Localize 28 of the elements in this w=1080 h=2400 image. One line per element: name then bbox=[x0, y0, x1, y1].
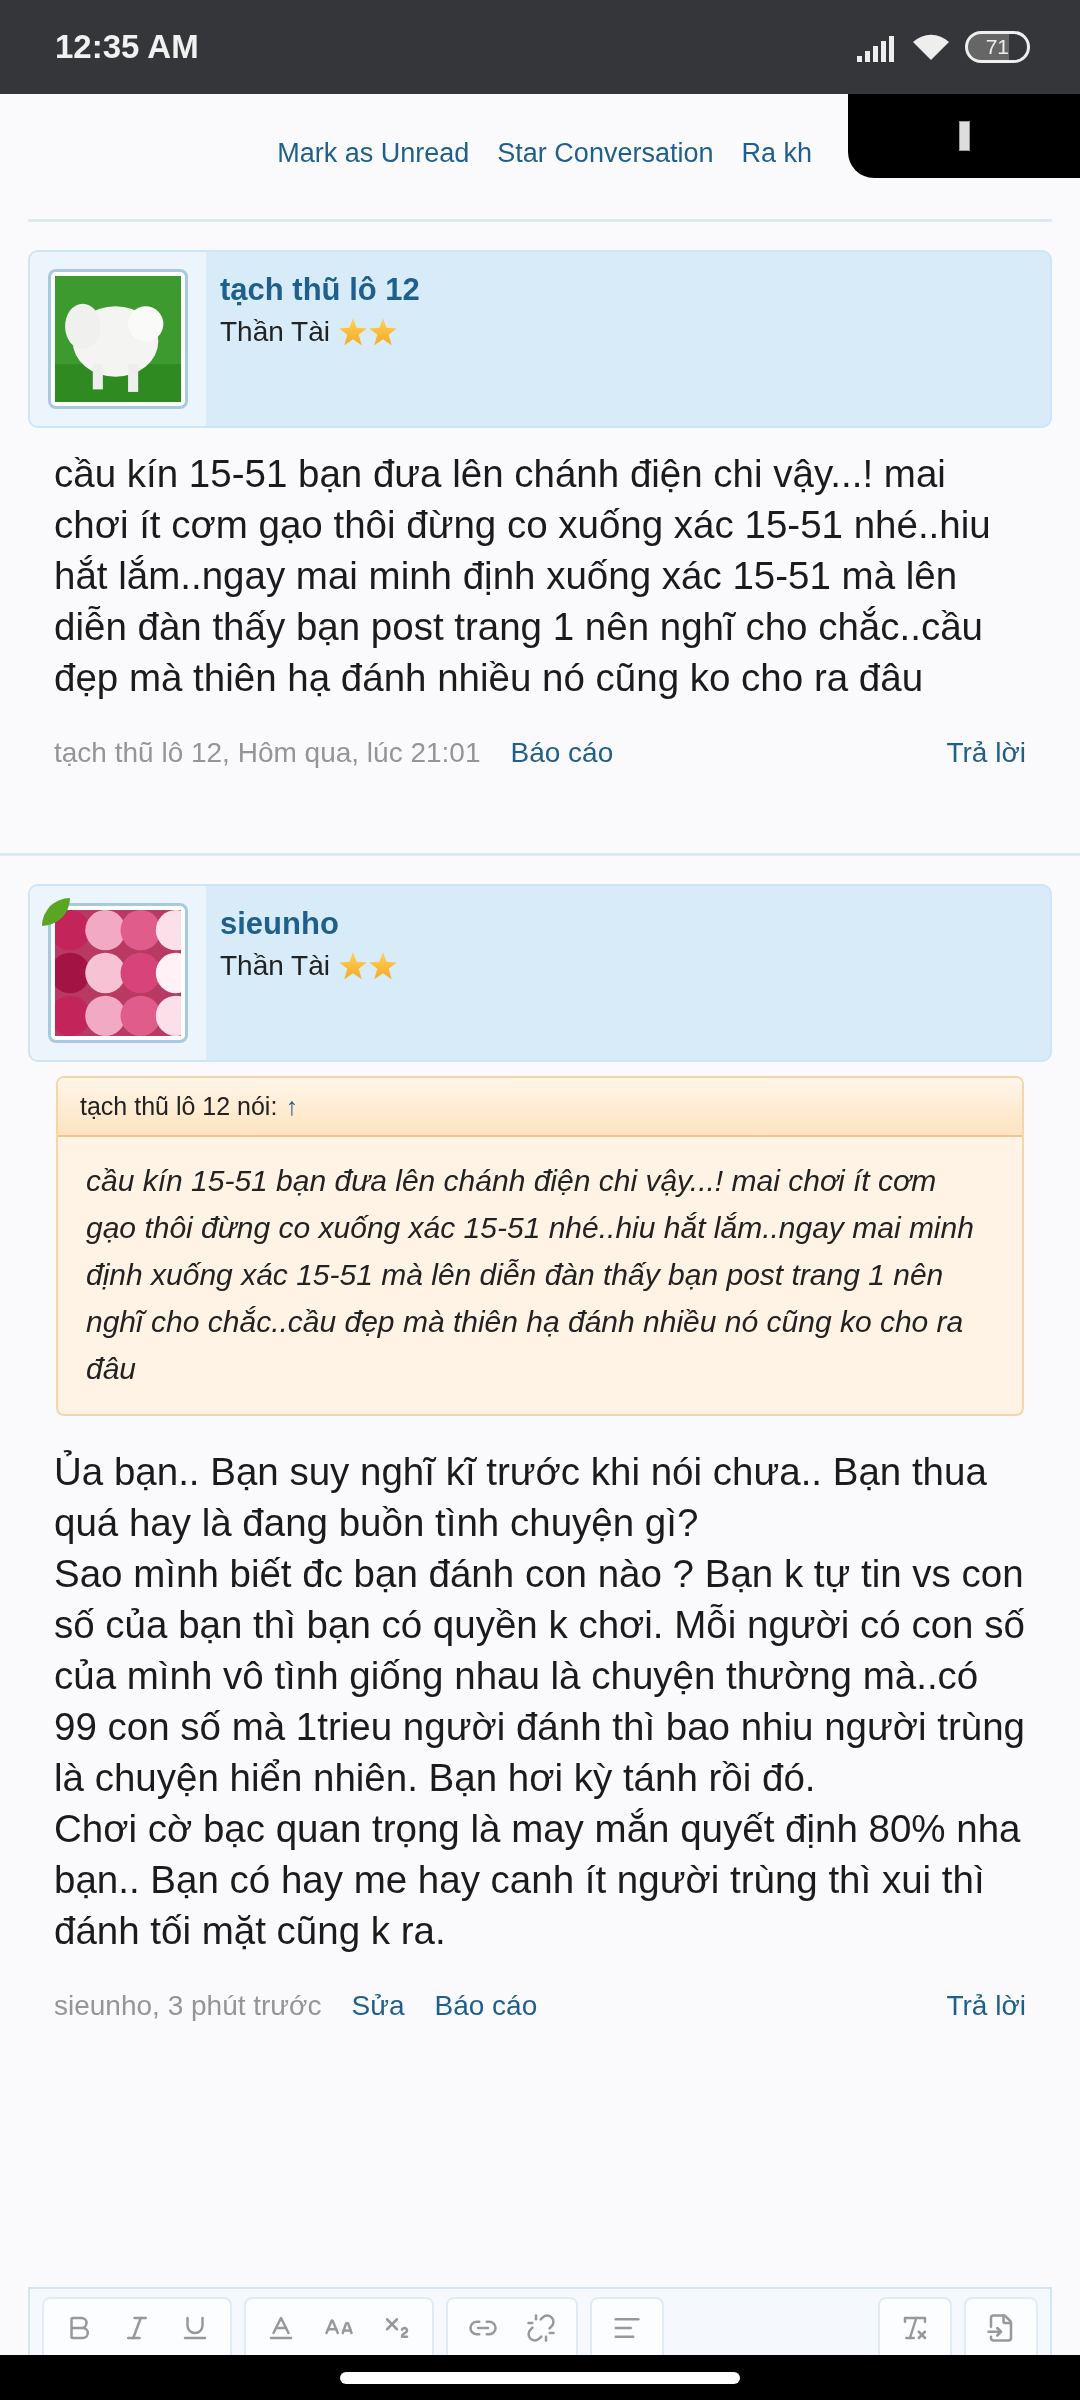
top-link[interactable]: Star Conversation bbox=[497, 138, 714, 219]
battery-icon: 71 bbox=[964, 31, 1030, 63]
post-action-link[interactable]: Báo cáo bbox=[510, 737, 614, 769]
quote-link[interactable]: ↑ bbox=[285, 1092, 298, 1121]
author-name[interactable]: tạch thũ lô 12 bbox=[220, 272, 420, 308]
home-indicator[interactable] bbox=[340, 2371, 740, 2384]
unlink-icon[interactable] bbox=[526, 2313, 556, 2343]
post-meta: tạch thũ lô 12, Hôm qua, lúc 21:01 bbox=[54, 737, 481, 769]
handle-icon[interactable] bbox=[958, 121, 970, 151]
top-link[interactable]: Ra kh bbox=[741, 138, 812, 219]
post-text: Sao mình biết đc bạn đánh con nào ? Bạn k tự tin vs con số của bạn thì bạn có quyền k chơi. Mỗi người có con số của mình vô tình giống nhau là chuyện thường mà..có 99 con số mà 1trieu người đánh thì bao nhiu người trùng là chuyện hiển nhiên. Bạn hơi kỳ tánh rồi đó. bbox=[54, 1551, 1026, 1801]
post-meta: sieunho, 3 phút trước bbox=[54, 1990, 322, 2022]
post-text: Ủa bạn.. Bạn suy nghĩ kĩ trước khi nói chưa.. Bạn thua quá hay là đang buồn tình chuyện gì? bbox=[54, 1449, 988, 1546]
post-text: Chơi cờ bạc quan trọng là may mắn quyết định 80% nha bạn.. Bạn có hay me hay canh ít người trùng thì xui thì đánh tối mặt cũng k ra. bbox=[54, 1806, 1022, 1954]
user-rank: Thần Tài bbox=[220, 950, 330, 982]
top-link[interactable]: Mark as Unread bbox=[277, 138, 470, 219]
post-action-link[interactable]: Sửa bbox=[351, 1990, 405, 2022]
reply-link[interactable]: Trả lời bbox=[946, 1990, 1026, 2022]
status-time: 12:35 AM bbox=[55, 28, 200, 66]
quote-author: tạch thũ lô 12 nói: bbox=[80, 1092, 278, 1121]
user-rank: Thần Tài bbox=[220, 316, 330, 348]
post-action-link[interactable]: Báo cáo bbox=[434, 1990, 538, 2022]
avatar[interactable] bbox=[48, 903, 188, 1043]
reply-link[interactable]: Trả lời bbox=[946, 737, 1026, 769]
quote-text: cầu kín 15-51 bạn đưa lên chánh điện chi vậy...! mai chơi ít cơm gạo thôi đừng co xuống xác 15-51 nhé..hiu hắt lắm..ngay mai minh định xuống xác 15-51 mà lên diễn đàn thấy bạn post trang 1 nên nghĩ cho chắc..cầu đẹp mà thiên hạ đánh nhiều nó cũng ko cho ra đâu bbox=[85, 1163, 975, 1387]
post-text: cầu kín 15-51 bạn đưa lên chánh điện chi vậy...! mai chơi ít cơm gạo thôi đừng co xuống xác 15-51 nhé..hiu hắt lắm..ngay mai minh định xuống xác 15-51 mà lên diễn đàn thấy bạn post trang 1 nên nghĩ cho chắc..cầu đẹp mà thiên hạ đánh nhiều nó cũng ko cho ra đâu bbox=[54, 451, 992, 701]
author-name[interactable]: sieunho bbox=[220, 906, 398, 942]
avatar[interactable] bbox=[48, 269, 188, 409]
